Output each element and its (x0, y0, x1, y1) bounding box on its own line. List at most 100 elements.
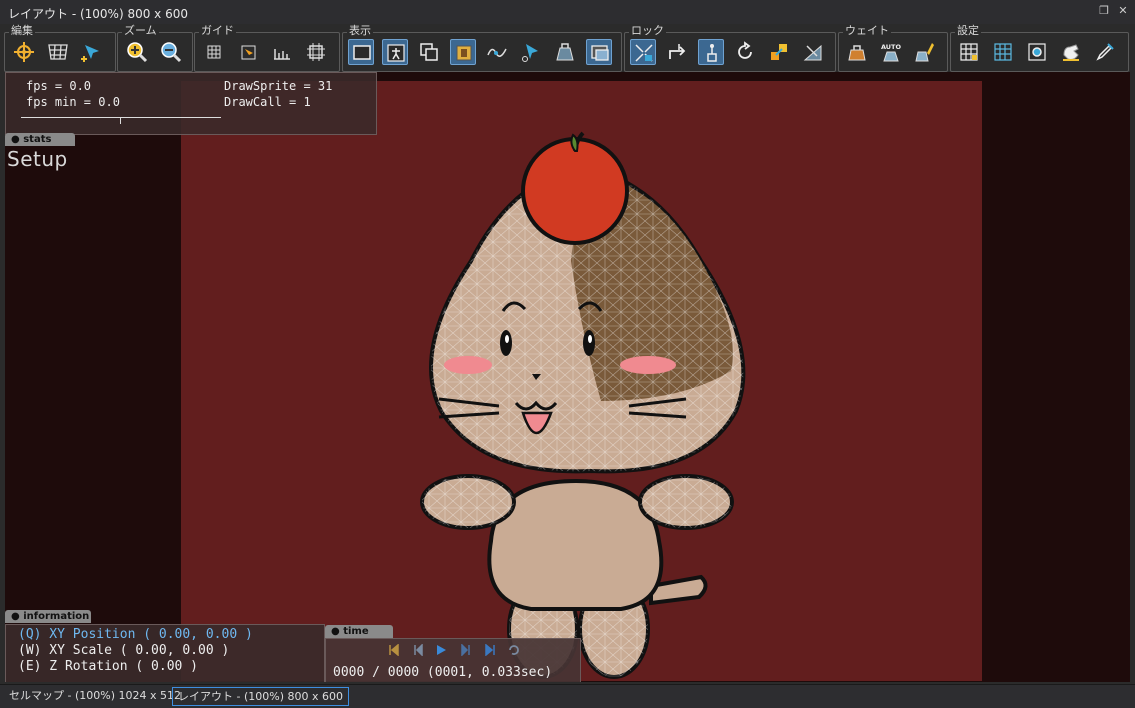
info-xy-scale[interactable]: (W) XY Scale ( 0.00, 0.00 ) (18, 643, 229, 658)
stats-fps-tick (120, 117, 121, 124)
information-panel: (Q) XY Position ( 0.00, 0.00 ) (W) XY Sc… (5, 624, 325, 682)
time-tab-dot: ● (331, 626, 344, 637)
settings-gear-button[interactable] (1024, 39, 1050, 65)
lock-scale-button[interactable] (630, 39, 656, 65)
zoom-in-button[interactable] (124, 39, 150, 65)
group-label-zoom: ズーム (122, 24, 159, 38)
guide-grid-button[interactable] (201, 39, 227, 65)
curve-icon (487, 48, 507, 57)
bone-view-icon (387, 44, 405, 62)
bone-add-icon (81, 45, 99, 62)
info-z-rotation[interactable]: (E) Z Rotation ( 0.00 ) (18, 659, 198, 674)
lock-bone-button[interactable] (698, 39, 724, 65)
stats-fps-bar (21, 117, 221, 118)
grid-icon (207, 45, 221, 59)
weight-lock-button[interactable] (844, 39, 870, 65)
next-frame-icon[interactable] (460, 644, 472, 656)
view-canvas-frame-button[interactable] (348, 39, 374, 65)
weight-auto-icon: AUTO (881, 43, 902, 62)
settings-grid-icon (960, 43, 978, 61)
zoom-out-button[interactable] (158, 39, 184, 65)
view-display-mode-button[interactable] (586, 39, 612, 65)
time-readout: 0000 / 0000 (0001, 0.033sec) (333, 665, 553, 680)
layout-canvas[interactable] (181, 81, 982, 681)
settings-pen-button[interactable] (1092, 39, 1118, 65)
stats-tab-label: stats (23, 134, 52, 145)
information-tab-dot: ● (11, 611, 24, 622)
weight-auto-text: AUTO (881, 43, 902, 51)
overlap-icon (420, 43, 438, 61)
layout-viewport[interactable]: fps = 0.0 fps min = 0.0 DrawSprite = 31 … (5, 72, 1130, 682)
image-icon (456, 45, 472, 61)
tab-cellmap[interactable]: セルマップ - (100%) 1024 x 512 (4, 687, 186, 704)
view-weight-button[interactable] (552, 39, 578, 65)
window-titlebar: レイアウト - (100%) 800 x 600 ❐ ✕ (0, 0, 1135, 24)
settings-gear-icon (1028, 43, 1046, 61)
settings-mesh-icon (994, 43, 1012, 61)
group-label-guide: ガイド (199, 24, 236, 38)
lock-move-icon (669, 44, 686, 59)
zoom-in-icon (127, 42, 148, 63)
group-label-settings: 設定 (955, 24, 981, 38)
stats-tab[interactable]: ● stats (5, 133, 75, 146)
mesh-tool-button[interactable] (45, 39, 71, 65)
guide-anchor-button[interactable] (235, 39, 261, 65)
weight-view-icon (556, 43, 574, 61)
view-curve-button[interactable] (484, 39, 510, 65)
settings-grid-button[interactable] (956, 39, 982, 65)
guide-frame-button[interactable] (303, 39, 329, 65)
mesh-icon (48, 44, 68, 60)
guide-ruler-button[interactable] (269, 39, 295, 65)
close-icon[interactable]: ✕ (1116, 4, 1130, 18)
bone-add-button[interactable] (79, 39, 105, 65)
toolbar-group-lock: ロック (624, 24, 836, 72)
frame-icon (307, 43, 325, 61)
group-label-edit: 編集 (9, 24, 35, 38)
time-tab[interactable]: ● time (325, 625, 393, 638)
loop-icon[interactable] (508, 644, 520, 656)
play-icon[interactable] (435, 644, 447, 656)
time-tab-label: time (343, 626, 369, 637)
weight-auto-button[interactable]: AUTO (878, 39, 904, 65)
last-frame-icon[interactable] (484, 644, 496, 656)
tab-layout[interactable]: レイアウト - (100%) 800 x 600 (172, 687, 349, 706)
information-tab[interactable]: ● information (5, 610, 91, 623)
prev-frame-icon[interactable] (412, 644, 424, 656)
lock-rotate-button[interactable] (732, 39, 758, 65)
settings-mesh-button[interactable] (990, 39, 1016, 65)
stats-tab-dot: ● (11, 134, 24, 145)
canvas-frame-icon (353, 45, 371, 60)
toolbar-group-edit: 編集 (4, 24, 116, 72)
lock-scale-icon (635, 44, 653, 62)
character-preview[interactable] (181, 81, 982, 681)
main-toolbar: 編集 ズーム ガイド 表示 ロック ウェイト AUTO 設定 (0, 24, 1135, 72)
group-label-weight: ウェイト (843, 24, 891, 38)
view-overlap-button[interactable] (416, 39, 442, 65)
ruler-icon (274, 49, 290, 60)
toolbar-group-weight: ウェイト AUTO (838, 24, 948, 72)
move-tool-button[interactable] (11, 39, 37, 65)
stats-draw-sprite: DrawSprite = 31 (224, 79, 333, 93)
weight-brush-button[interactable] (912, 39, 938, 65)
pin-icon (522, 44, 538, 62)
stats-draw-call: DrawCall = 1 (224, 95, 311, 109)
lock-mesh-icon (803, 44, 822, 61)
lock-bone-icon (707, 44, 717, 62)
restore-icon[interactable]: ❐ (1097, 4, 1111, 18)
stats-panel: fps = 0.0 fps min = 0.0 DrawSprite = 31 … (5, 72, 377, 135)
window-title: レイアウト - (100%) 800 x 600 (8, 7, 188, 21)
lock-move-button[interactable] (664, 39, 690, 65)
move-icon (14, 42, 34, 62)
settings-hand-icon (1063, 44, 1079, 61)
first-frame-icon[interactable] (388, 644, 400, 656)
info-xy-position[interactable]: (Q) XY Position ( 0.00, 0.00 ) (18, 627, 253, 642)
settings-hand-button[interactable] (1058, 39, 1084, 65)
lock-mesh-button[interactable] (800, 39, 826, 65)
view-pin-button[interactable] (518, 39, 544, 65)
settings-pen-icon (1096, 43, 1114, 61)
view-bone-button[interactable] (382, 39, 408, 65)
toolbar-group-settings: 設定 (950, 24, 1129, 72)
view-image-button[interactable] (450, 39, 476, 65)
stats-fps-min: fps min = 0.0 (26, 95, 120, 109)
lock-link-button[interactable] (766, 39, 792, 65)
